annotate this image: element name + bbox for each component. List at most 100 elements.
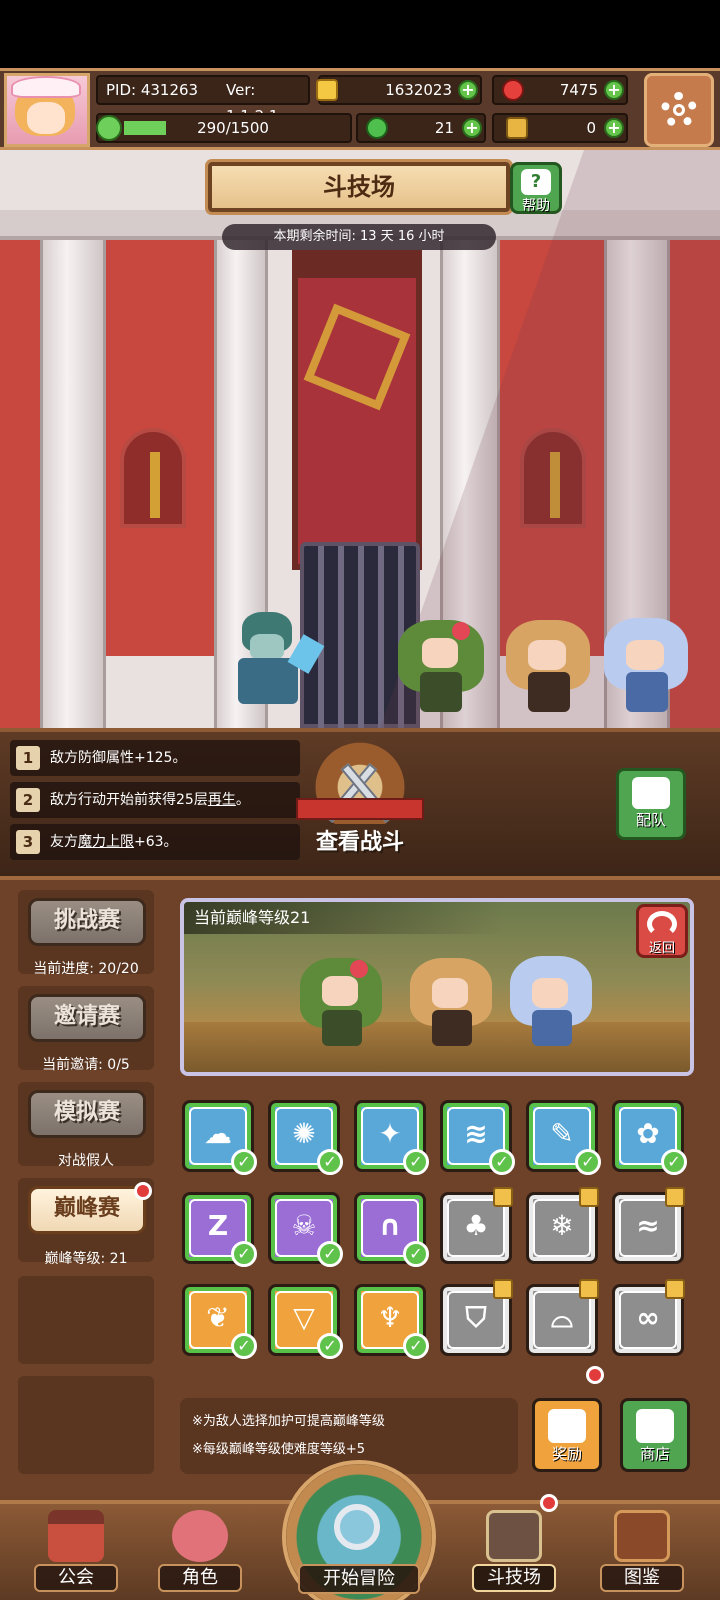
player-avatar[interactable] (4, 73, 90, 147)
checkmark-icon: ✓ (403, 1241, 429, 1267)
nav-arena-label: 斗技场 (472, 1564, 556, 1592)
checkmark-icon: ✓ (575, 1149, 601, 1175)
arena-title: 斗技场 (208, 162, 510, 212)
clover-icon (366, 117, 388, 139)
simulation-mode-button[interactable]: 模拟赛 (28, 1090, 146, 1138)
blessing-arch-button[interactable]: ⌓ (526, 1279, 599, 1356)
blessing-tree-button[interactable]: ♣ (440, 1187, 513, 1264)
infinity-icon: ∞ (636, 1301, 660, 1334)
blessing-skull-button[interactable]: ☠ ✓ (268, 1192, 343, 1267)
modifier-row-3: 3 友方魔力上限+63。 (10, 824, 300, 860)
modifier-row-2: 2 敌方行动开始前获得25层再生。 (10, 782, 300, 818)
tree-icon: ♣ (463, 1209, 489, 1242)
peak-level-text: 巅峰等级: 21 (44, 1251, 128, 1267)
help-button[interactable]: ? 帮助 (510, 162, 562, 214)
codex-book-icon (614, 1510, 670, 1562)
blessing-snowflake-button[interactable]: ❄ (526, 1187, 599, 1264)
blessing-shell-button[interactable]: ❦ ✓ (182, 1284, 257, 1359)
nav-codex-label: 图鉴 (600, 1564, 684, 1592)
snowflake-icon: ❄ (550, 1209, 574, 1242)
reward-button[interactable]: 奖励 (532, 1398, 602, 1472)
blessing-claw-button[interactable]: ♆ ✓ (354, 1284, 429, 1359)
sleep-icon: Z (207, 1209, 229, 1242)
blessing-paw-button[interactable]: ✿ ✓ (612, 1100, 687, 1175)
regen-keyword-link[interactable]: 再生 (208, 792, 236, 808)
peak-preview: 当前巅峰等级21 (180, 898, 694, 1076)
nav-adventure-tab[interactable]: 开始冒险 (274, 1460, 444, 1600)
tornado-icon: ≋ (464, 1117, 488, 1150)
checkmark-icon: ✓ (231, 1241, 257, 1267)
sun-icon: ✺ (292, 1117, 316, 1150)
team-setup-button[interactable]: 配队 (616, 768, 686, 840)
nav-arena-tab[interactable]: 斗技场 (472, 1500, 556, 1596)
add-key-button[interactable]: + (604, 118, 624, 138)
add-gem-button[interactable]: + (604, 80, 624, 100)
add-gold-button[interactable]: + (458, 80, 478, 100)
flower-girl-hero-sprite[interactable] (398, 620, 488, 714)
max-mana-keyword-link[interactable]: 魔力上限 (78, 834, 134, 850)
simulation-desc: 对战假人 (58, 1153, 114, 1169)
blessing-cloud-button[interactable]: ☁ ✓ (182, 1100, 257, 1175)
tip-line: ※为敌人选择加护可提高巅峰等级 (192, 1414, 385, 1429)
lion-girl-enemy-sprite (410, 958, 494, 1048)
view-battle-button[interactable]: 查看战斗 (296, 742, 424, 855)
blessing-sun-button[interactable]: ✺ ✓ (268, 1100, 343, 1175)
challenge-mode-button[interactable]: 挑战赛 (28, 898, 146, 946)
nav-guild-tab[interactable]: 公会 (34, 1500, 118, 1596)
blessing-tombstone-button[interactable]: ∩ ✓ (354, 1192, 429, 1267)
lock-icon (493, 1279, 513, 1299)
checkmark-icon: ✓ (317, 1149, 343, 1175)
checkmark-icon: ✓ (231, 1149, 257, 1175)
blessing-shield-button[interactable]: ⛉ (440, 1279, 513, 1356)
checkmark-icon: ✓ (403, 1149, 429, 1175)
wind-icon: ≈ (636, 1209, 660, 1242)
blessing-sparkle-button[interactable]: ✦ ✓ (354, 1100, 429, 1175)
gold-coin-icon (316, 79, 338, 101)
knight-hero-sprite[interactable] (230, 612, 326, 712)
blessing-feather-button[interactable]: ✎ ✓ (526, 1100, 601, 1175)
invitation-mode-button[interactable]: 邀请赛 (28, 994, 146, 1042)
nav-codex-tab[interactable]: 图鉴 (600, 1500, 684, 1596)
blessing-triangle-gem-button[interactable]: ▽ ✓ (268, 1284, 343, 1359)
nav-adventure-label: 开始冒险 (298, 1564, 420, 1594)
lock-icon (579, 1279, 599, 1299)
return-button[interactable]: 返回 (636, 904, 688, 958)
flower-girl-enemy-sprite (300, 958, 384, 1048)
settings-button[interactable] (644, 73, 714, 147)
checkmark-icon: ✓ (489, 1149, 515, 1175)
modifier-row-1: 1 敌方防御属性+125。 (10, 740, 300, 776)
lion-girl-hero-sprite[interactable] (506, 620, 592, 714)
shop-icon (636, 1409, 674, 1443)
blessing-infinity-button[interactable]: ∞ (612, 1279, 685, 1356)
chest-icon (548, 1409, 586, 1443)
add-clover-button[interactable]: + (462, 118, 482, 138)
nav-character-label: 角色 (158, 1564, 242, 1592)
shop-button[interactable]: 商店 (620, 1398, 690, 1472)
ice-girl-hero-sprite[interactable] (604, 618, 690, 714)
gem-amount: 7475 (559, 81, 598, 99)
gold-counter: 1632023 + (316, 75, 482, 105)
pid-text: PID: 431263 (106, 81, 199, 99)
clover-counter: 21 + (356, 113, 486, 143)
blessing-sleep-button[interactable]: Z ✓ (182, 1192, 257, 1267)
skull-icon: ☠ (291, 1209, 317, 1242)
peak-mode-button[interactable]: 巅峰赛 (28, 1186, 146, 1234)
lock-icon (665, 1279, 685, 1299)
blessing-tornado-button[interactable]: ≋ ✓ (440, 1100, 515, 1175)
claw-icon: ♆ (377, 1301, 403, 1334)
question-icon: ? (521, 169, 551, 195)
nav-character-tab[interactable]: 角色 (158, 1500, 242, 1596)
reward-label: 奖励 (551, 1445, 582, 1463)
nav-guild-label: 公会 (34, 1564, 118, 1592)
season-timer: 本期剩余时间: 13 天 16 小时 (222, 224, 496, 250)
blessing-wind-button[interactable]: ≈ (612, 1187, 685, 1264)
xp-bar: 290/1500 (96, 113, 352, 143)
key-counter: 0 + (492, 113, 628, 143)
magnifier-icon (334, 1504, 380, 1550)
clover-amount: 21 (434, 119, 454, 137)
xp-text: 290/1500 (197, 119, 269, 137)
checkmark-icon: ✓ (403, 1333, 429, 1359)
peak-level-title: 当前巅峰等级21 (184, 902, 504, 934)
checkmark-icon: ✓ (661, 1149, 687, 1175)
notification-dot (134, 1182, 152, 1200)
